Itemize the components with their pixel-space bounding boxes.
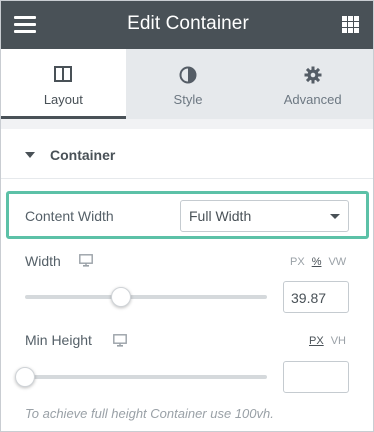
- panel-tabs: Layout Style Advanced: [1, 49, 373, 119]
- width-number-input[interactable]: 39.87: [283, 281, 349, 313]
- contrast-circle-icon: [179, 66, 197, 89]
- min-height-slider-track[interactable]: [25, 375, 267, 379]
- chevron-down-icon: [330, 214, 340, 219]
- tab-style[interactable]: Style: [126, 49, 251, 119]
- layout-panel: Container Content Width Full Width Width…: [1, 129, 373, 431]
- content-width-label: Content Width: [25, 208, 114, 224]
- editor-panel: Edit Container Layout Style Advanced Con…: [0, 0, 374, 432]
- caret-down-icon: [25, 152, 35, 158]
- content-width-select[interactable]: Full Width: [180, 200, 349, 232]
- unit-vw[interactable]: VW: [328, 256, 346, 268]
- width-slider-track[interactable]: [25, 295, 267, 299]
- unit-px[interactable]: PX: [290, 256, 305, 268]
- width-unit-switcher: PX% VW: [283, 256, 346, 268]
- min-height-number-input[interactable]: [283, 361, 349, 393]
- panel-title: Edit Container: [127, 13, 249, 34]
- min-height-unit-switcher: PX VH: [302, 335, 346, 347]
- grid-apps-icon[interactable]: [342, 16, 359, 33]
- section-title: Container: [50, 147, 116, 163]
- min-height-hint: To achieve full height Container use 100…: [25, 406, 274, 421]
- section-header-container[interactable]: Container: [1, 129, 373, 179]
- unit-px[interactable]: PX: [309, 335, 324, 347]
- width-slider-thumb[interactable]: [111, 287, 132, 307]
- width-label: Width: [25, 253, 61, 269]
- tab-label: Layout: [43, 92, 83, 107]
- desktop-monitor-icon[interactable]: [113, 334, 127, 352]
- panel-header: Edit Container: [1, 1, 373, 49]
- tab-layout[interactable]: Layout: [1, 49, 126, 119]
- unit-percent[interactable]: %: [312, 256, 322, 268]
- tab-label: Style: [173, 92, 203, 107]
- desktop-monitor-icon[interactable]: [79, 254, 93, 272]
- min-height-slider-thumb[interactable]: [15, 367, 35, 387]
- tab-advanced[interactable]: Advanced: [250, 49, 373, 119]
- unit-vh[interactable]: VH: [331, 335, 346, 347]
- content-width-value: Full Width: [189, 208, 252, 224]
- layout-columns-icon: [54, 66, 73, 87]
- min-height-label: Min Height: [25, 332, 92, 348]
- tab-label: Advanced: [283, 92, 342, 107]
- gear-icon: [304, 66, 322, 89]
